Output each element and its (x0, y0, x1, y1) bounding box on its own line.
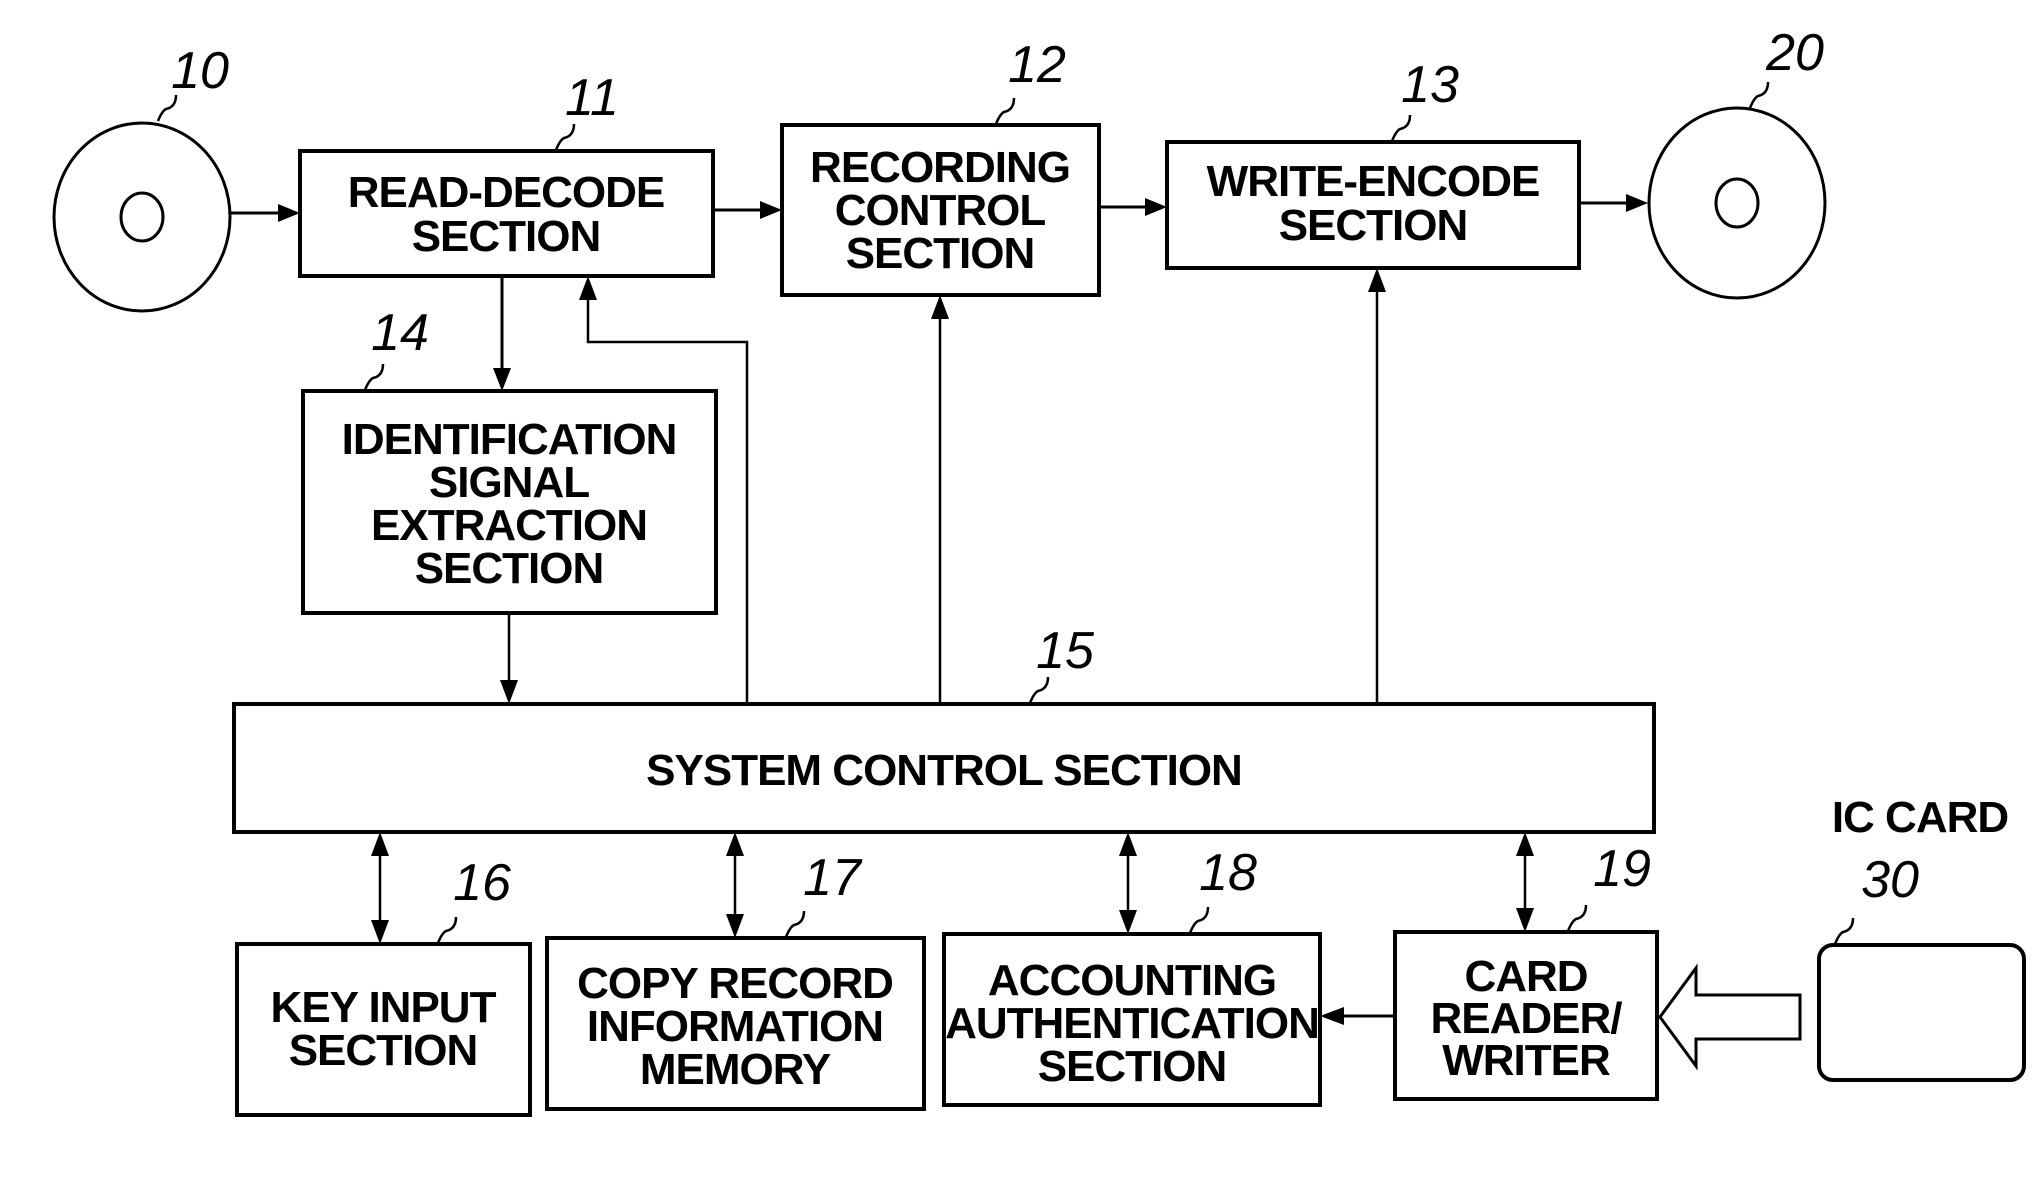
disc-target-hub (1714, 177, 1760, 229)
arrowhead-11-14 (493, 368, 511, 391)
arrowhead-18-down (1119, 910, 1137, 934)
ic-card-caption: IC CARD (1832, 793, 2008, 842)
arrowhead-12-13 (1145, 198, 1167, 216)
disc-target: 20 (1647, 24, 1827, 300)
copy-record-line-2: INFORMATION (587, 1002, 883, 1051)
leader-18 (1188, 906, 1210, 934)
leader-17 (784, 910, 806, 938)
ref-10: 10 (171, 42, 229, 100)
ref-12: 12 (1008, 36, 1066, 94)
accounting-authentication-section: ACCOUNTING AUTHENTICATION SECTION 18 (942, 844, 1322, 1107)
id-extraction-line-3: EXTRACTION (371, 501, 647, 550)
disc-source-hub (119, 191, 165, 243)
read-decode-line-2: SECTION (412, 212, 601, 261)
arrowhead-14-15 (500, 680, 518, 704)
system-control-label: SYSTEM CONTROL SECTION (646, 746, 1242, 795)
key-input-section: KEY INPUT SECTION 16 (235, 854, 532, 1117)
arrowhead-15-11 (579, 276, 597, 300)
ref-11: 11 (565, 69, 619, 127)
recording-control-line-1: RECORDING (810, 143, 1070, 192)
leader-15 (1028, 676, 1050, 704)
arrowhead-10-11 (278, 204, 300, 222)
arrowhead-19-down (1516, 908, 1534, 932)
ic-card-box (1817, 943, 2026, 1082)
ref-16: 16 (453, 854, 511, 912)
ref-13: 13 (1401, 56, 1459, 114)
ref-19: 19 (1593, 840, 1651, 898)
arrowhead-17-down (726, 914, 744, 938)
write-encode-line-2: SECTION (1279, 201, 1468, 250)
ref-20: 20 (1765, 24, 1824, 82)
write-encode-section: WRITE-ENCODE SECTION 13 (1165, 56, 1581, 270)
copy-record-line-1: COPY RECORD (577, 959, 893, 1008)
ref-17: 17 (803, 849, 863, 907)
ref-15: 15 (1036, 622, 1095, 680)
key-input-line-2: SECTION (289, 1026, 478, 1075)
id-extraction-line-1: IDENTIFICATION (342, 415, 677, 464)
arrowhead-19-up (1516, 832, 1534, 856)
arrowhead-15-13 (1368, 268, 1386, 292)
id-extraction-line-4: SECTION (415, 544, 604, 593)
arrowhead-13-20 (1626, 194, 1648, 212)
ref-14: 14 (371, 304, 429, 362)
id-extraction-line-2: SIGNAL (429, 458, 589, 507)
recording-control-line-3: SECTION (846, 229, 1035, 278)
system-control-section: SYSTEM CONTROL SECTION 15 (232, 622, 1656, 834)
block-diagram: 10 20 READ-DECODE SECTION 11 RECORDING C… (52, 24, 2026, 1117)
arrowhead-17-up (726, 832, 744, 856)
leader-14 (363, 363, 385, 391)
leader-30 (1833, 917, 1855, 945)
card-insert-arrow (1658, 963, 1802, 1071)
leader-12 (994, 97, 1016, 125)
card-reader-line-3: WRITER (1442, 1036, 1610, 1085)
ref-30: 30 (1861, 851, 1919, 909)
leader-11 (554, 123, 576, 151)
accounting-line-3: SECTION (1038, 1042, 1227, 1091)
leader-13 (1390, 114, 1412, 142)
arrowhead-19-18 (1320, 1007, 1344, 1025)
leader-19 (1566, 904, 1588, 932)
write-encode-line-1: WRITE-ENCODE (1207, 157, 1540, 206)
recording-control-line-2: CONTROL (835, 186, 1046, 235)
copy-record-line-3: MEMORY (640, 1045, 831, 1094)
arrowhead-16-up (371, 832, 389, 856)
read-decode-line-1: READ-DECODE (348, 168, 665, 217)
arrowhead-15-12 (931, 295, 949, 319)
recording-control-section: RECORDING CONTROL SECTION 12 (780, 36, 1101, 297)
ic-card: IC CARD 30 (1817, 793, 2026, 1082)
accounting-line-1: ACCOUNTING (988, 956, 1276, 1005)
identification-signal-extraction-section: IDENTIFICATION SIGNAL EXTRACTION SECTION… (301, 304, 718, 615)
ref-18: 18 (1199, 844, 1257, 902)
arrowhead-16-down (371, 920, 389, 944)
disc-source: 10 (52, 42, 232, 313)
key-input-line-1: KEY INPUT (271, 983, 497, 1032)
read-decode-section: READ-DECODE SECTION 11 (298, 69, 715, 278)
accounting-line-2: AUTHENTICATION (945, 999, 1319, 1048)
arrowhead-18-up (1119, 832, 1137, 856)
arrowhead-11-12 (760, 201, 782, 219)
leader-16 (436, 916, 458, 944)
leader-20 (1748, 81, 1770, 109)
